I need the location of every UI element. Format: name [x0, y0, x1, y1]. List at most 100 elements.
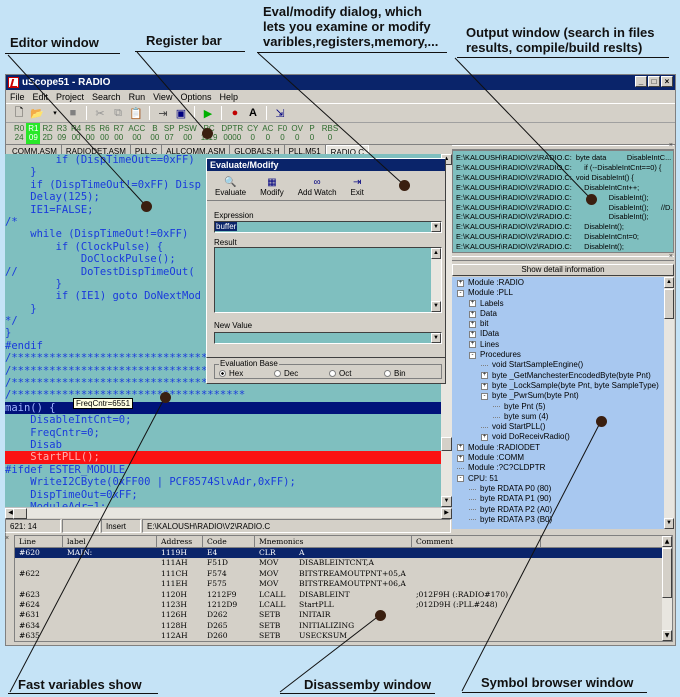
- scroll-thumb[interactable]: [662, 548, 672, 598]
- expand-icon[interactable]: +: [469, 300, 476, 308]
- expand-icon[interactable]: +: [457, 444, 464, 452]
- tree-node[interactable]: + Module :RADIODET: [452, 443, 664, 453]
- register-acc[interactable]: ACC 00: [126, 123, 148, 144]
- register-f0[interactable]: F0 0: [275, 123, 289, 144]
- step-icon[interactable]: ⇥: [156, 106, 170, 120]
- symbol-browser-scrollbar[interactable]: ▲ ▼: [664, 277, 674, 529]
- tree-node[interactable]: void StartPLL(): [452, 422, 664, 432]
- column-header[interactable]: Code: [203, 536, 255, 547]
- register-p[interactable]: P0: [305, 123, 319, 144]
- expand-icon[interactable]: +: [469, 320, 476, 328]
- menu-help[interactable]: Help: [219, 90, 238, 103]
- output-line[interactable]: E:\KALOUSH\RADIO\V2\RADIO.C: DisableInt(…: [456, 193, 670, 203]
- chevron-down-icon[interactable]: ▼: [431, 222, 441, 232]
- tree-node[interactable]: + void DoReceivRadio(): [452, 432, 664, 442]
- window-icon[interactable]: ▣: [174, 106, 188, 120]
- expand-icon[interactable]: +: [457, 279, 464, 287]
- disassembly-row[interactable]: #635 112AH D260 SETB USECKSUM: [15, 631, 672, 641]
- expand-icon[interactable]: +: [481, 372, 488, 380]
- expand-icon[interactable]: +: [457, 454, 464, 462]
- register-b[interactable]: B 00: [148, 123, 162, 144]
- code-line[interactable]: WriteI2CByte(0xFF00 | PCF8574SlvAdr,0xFF…: [5, 476, 441, 488]
- chevron-down-icon[interactable]: ▼: [431, 333, 441, 343]
- tree-node[interactable]: byte RDATA P3 (B0): [452, 515, 664, 525]
- expand-icon[interactable]: +: [469, 341, 476, 349]
- disassembly-scrollbar[interactable]: ▲ ▼: [662, 536, 672, 641]
- column-header[interactable]: Address: [157, 536, 203, 547]
- show-detail-button[interactable]: Show detail information: [452, 264, 674, 276]
- code-line[interactable]: Disab: [5, 439, 441, 451]
- disassembly-row[interactable]: #624 1123H 1212D9 LCALL StartPLL ;012D9H (:PL…: [15, 600, 672, 610]
- output-line[interactable]: E:\KALOUSH\RADIO\V2\RADIO.C: DisableInt(…: [456, 203, 673, 213]
- output-line[interactable]: E:\KALOUSH\RADIO\V2\RADIO.C: byte data D…: [456, 153, 671, 163]
- tree-node[interactable]: - CPU: 51: [452, 474, 664, 484]
- close-icon[interactable]: ×: [669, 253, 673, 260]
- disassembly-window[interactable]: Line label Address Code Mnemonics Comment #62…: [14, 535, 673, 642]
- radio-hex[interactable]: Hex: [219, 369, 274, 378]
- scroll-right-button[interactable]: ▶: [441, 508, 452, 519]
- tree-node[interactable]: + byte _LockSample(byte Pnt, byte SampleT…: [452, 381, 664, 391]
- disassembly-row[interactable]: #622 111CH F574 MOV BITSTREAMOUTPNT+05,A: [15, 569, 672, 579]
- evaluate-button[interactable]: 🔍 Evaluate: [215, 177, 246, 200]
- scroll-up-button[interactable]: ▲: [662, 536, 672, 547]
- output-window[interactable]: E:\KALOUSH\RADIO\V2\RADIO.C: byte data D…: [452, 150, 674, 253]
- register-r0[interactable]: R0 24: [12, 123, 26, 144]
- scroll-up-button[interactable]: ▲: [431, 248, 441, 259]
- scroll-down-button[interactable]: ▼: [664, 518, 674, 529]
- disassembly-row[interactable]: #623 1120H 1212F9 LCALL DISABLEINT ;012F9H (:…: [15, 590, 672, 600]
- minimize-button[interactable]: _: [635, 76, 647, 87]
- column-header[interactable]: label: [63, 536, 157, 547]
- open-folder-icon[interactable]: 📂: [30, 106, 44, 120]
- column-header[interactable]: Comment: [412, 536, 541, 547]
- code-line[interactable]: StartPLL();: [5, 451, 441, 464]
- new-value-input[interactable]: ▼: [214, 332, 442, 344]
- tree-node[interactable]: + Data: [452, 309, 664, 319]
- tree-node[interactable]: + bit: [452, 319, 664, 329]
- menu-run[interactable]: Run: [129, 90, 146, 103]
- scroll-thumb[interactable]: [664, 289, 674, 319]
- register-r5[interactable]: R5 00: [83, 123, 97, 144]
- scroll-thumb[interactable]: [13, 508, 27, 519]
- save-icon[interactable]: ■: [66, 106, 80, 120]
- tree-node[interactable]: - byte _PwrSum(byte Pnt): [452, 391, 664, 401]
- scroll-down-button[interactable]: ▼: [662, 630, 672, 641]
- exit-button[interactable]: ⇥ Exit: [351, 177, 364, 200]
- scroll-thumb[interactable]: [441, 437, 452, 451]
- dropdown-arrow-icon[interactable]: ▾: [48, 106, 62, 120]
- register-ac[interactable]: AC 0: [260, 123, 275, 144]
- register-r7[interactable]: R7 00: [112, 123, 126, 144]
- code-line[interactable]: DisableIntCnt=0;: [5, 414, 441, 426]
- close-button[interactable]: ×: [661, 76, 673, 87]
- tree-node[interactable]: + Lines: [452, 340, 664, 350]
- tree-node[interactable]: - Module :PLL: [452, 288, 664, 298]
- result-scrollbar[interactable]: ▲ ▼: [431, 248, 441, 312]
- register-r4[interactable]: R4 00: [69, 123, 83, 144]
- output-line[interactable]: E:\KALOUSH\RADIO\V2\RADIO.C: DisableInt(…: [456, 222, 670, 232]
- cut-icon[interactable]: ✂: [93, 106, 107, 120]
- code-line[interactable]: /*************************************: [5, 389, 441, 401]
- register-r6[interactable]: R6 00: [97, 123, 111, 144]
- expand-icon[interactable]: +: [469, 331, 476, 339]
- menu-edit[interactable]: Edit: [33, 90, 49, 103]
- register-ov[interactable]: OV 0: [289, 123, 305, 144]
- menu-view[interactable]: View: [153, 90, 172, 103]
- expand-icon[interactable]: +: [481, 434, 488, 442]
- symbol-browser-tree[interactable]: + Module :RADIO - Module :PLL + Labels + Data + b…: [452, 277, 664, 529]
- tree-node[interactable]: + IData: [452, 329, 664, 339]
- disassembly-row[interactable]: #631 1126H D262 SETB INITAIR: [15, 610, 672, 620]
- scroll-down-button[interactable]: ▼: [431, 301, 441, 312]
- output-line[interactable]: E:\KALOUSH\RADIO\V2\RADIO.C: DisableIntC…: [456, 232, 670, 242]
- tree-node[interactable]: - Procedures: [452, 350, 664, 360]
- tree-node[interactable]: void StartSampleEngine(): [452, 360, 664, 370]
- scroll-down-button[interactable]: ▼: [441, 496, 452, 507]
- breakpoint-icon[interactable]: ●: [228, 106, 242, 120]
- menu-options[interactable]: Options: [180, 90, 211, 103]
- disassembly-row[interactable]: 111AH F51D MOV DISABLEINTCNT,A: [15, 558, 672, 568]
- tree-node[interactable]: Module :?C?CLDPTR: [452, 463, 664, 473]
- code-line[interactable]: #ifdef ESTER_MODULE: [5, 464, 441, 476]
- font-icon[interactable]: A: [246, 106, 260, 120]
- run-icon[interactable]: ▶: [201, 106, 215, 120]
- tree-node[interactable]: + Module :RADIO: [452, 278, 664, 288]
- close-icon[interactable]: ×: [5, 535, 9, 542]
- register-dptr[interactable]: DPTR 0000: [219, 123, 245, 144]
